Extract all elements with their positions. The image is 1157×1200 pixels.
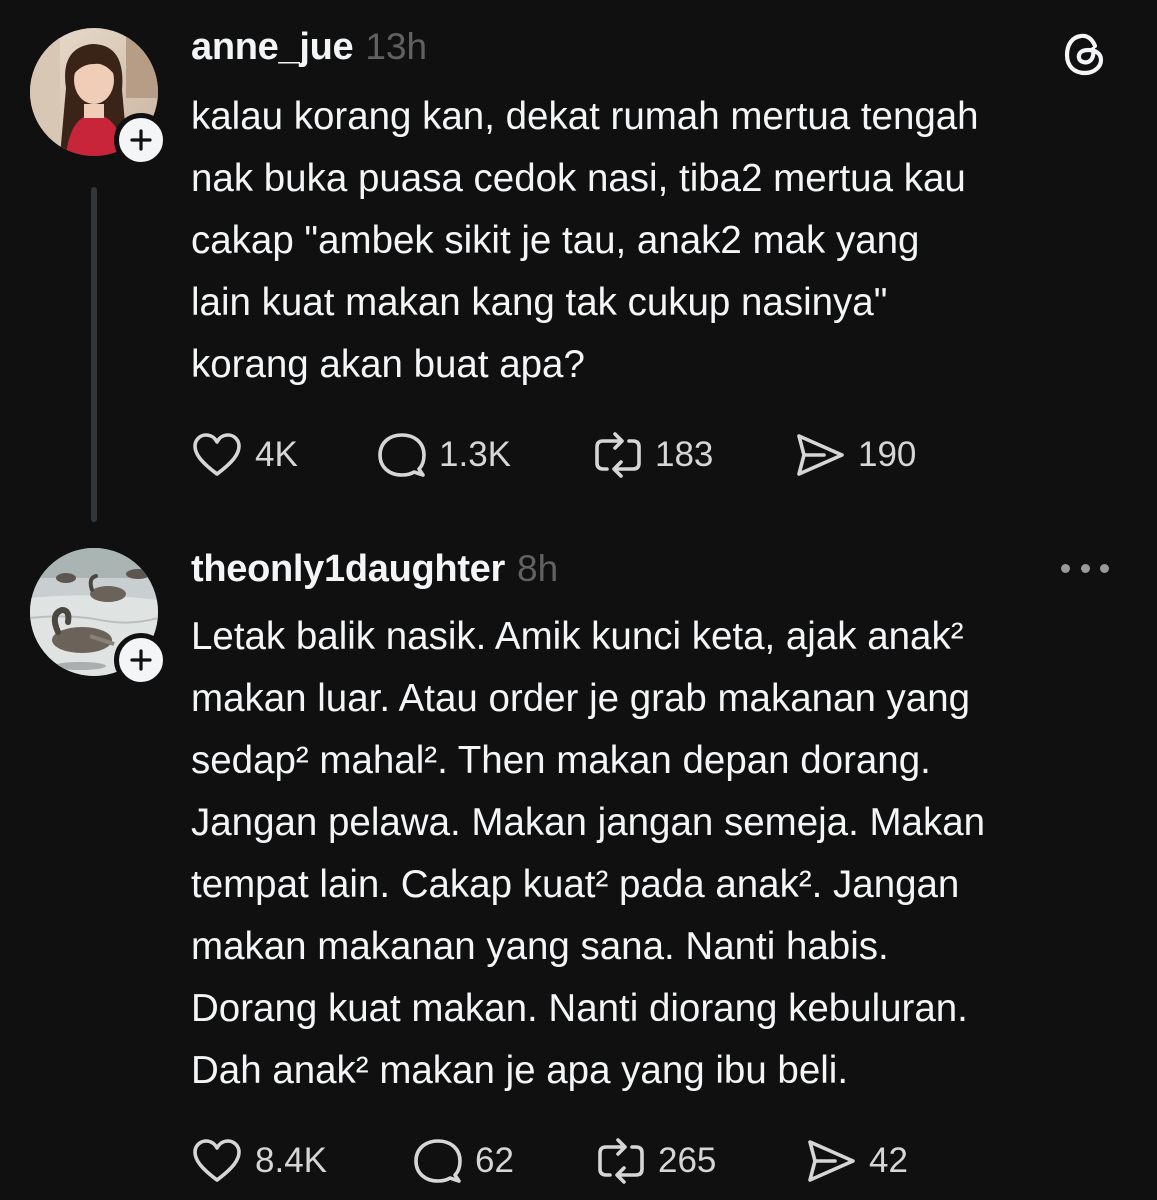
follow-button[interactable] (114, 633, 168, 687)
repost-icon (595, 432, 641, 478)
post-text-line: Dorang kuat makan. Nanti diorang kebulur… (191, 987, 968, 1030)
post-text-line: nak buka puasa cedok nasi, tiba2 mertua … (191, 157, 966, 200)
post-header: theonly1daughter 8h (191, 548, 558, 591)
post-body: kalau korang kan, dekat rumah mertua ten… (191, 86, 1131, 396)
thread-line (91, 187, 97, 522)
post-text-line: Dah anak² makan je apa yang ibu beli. (191, 1049, 849, 1092)
dot (1080, 563, 1090, 573)
like-button[interactable]: 8.4K (191, 1136, 327, 1186)
reply-button[interactable]: 62 (413, 1136, 514, 1186)
post-text-line: tempat lain. Cakap kuat² pada anak². Jan… (191, 863, 960, 906)
post-body: Letak balik nasik. Amik kunci keta, ajak… (191, 606, 1131, 1102)
post-text-line: sedap² mahal². Then makan depan dorang. (191, 739, 931, 782)
post-text-line: cakap "ambek sikit je tau, anak2 mak yan… (191, 219, 920, 262)
repost-icon (598, 1138, 644, 1184)
timestamp: 8h (517, 548, 559, 589)
like-button[interactable]: 4K (191, 430, 298, 480)
reply-button[interactable]: 1.3K (377, 430, 511, 480)
username[interactable]: theonly1daughter (191, 548, 505, 591)
heart-icon (193, 1139, 241, 1182)
dot (1100, 563, 1109, 573)
post-text-line: makan makanan yang sana. Nanti habis. (191, 925, 889, 968)
reply-count: 1.3K (439, 435, 511, 474)
share-button[interactable]: 190 (794, 430, 916, 480)
post-text-line: lain kuat makan kang tak cukup nasinya" (191, 281, 888, 324)
threads-logo-icon[interactable] (1061, 30, 1109, 78)
reply-count: 62 (475, 1141, 514, 1180)
follow-button[interactable] (114, 113, 168, 167)
dot (1061, 563, 1070, 573)
post-text-line: Jangan pelawa. Makan jangan semeja. Maka… (191, 801, 986, 844)
like-count: 4K (255, 435, 298, 474)
post-text-line: kalau korang kan, dekat rumah mertua ten… (191, 95, 979, 138)
username[interactable]: anne_jue (191, 26, 354, 69)
post-text-line: Letak balik nasik. Amik kunci keta, ajak… (191, 615, 964, 658)
heart-icon (193, 433, 241, 476)
plus-icon (130, 129, 152, 151)
send-icon (797, 434, 844, 476)
send-icon (808, 1140, 855, 1182)
post-text-line: korang akan buat apa? (191, 343, 585, 386)
repost-count: 265 (658, 1141, 717, 1180)
plus-icon (130, 649, 152, 671)
share-count: 190 (858, 435, 917, 474)
post-text-line: makan luar. Atau order je grab makanan y… (191, 677, 971, 720)
post-header: anne_jue 13h (191, 26, 427, 69)
share-button[interactable]: 42 (805, 1136, 908, 1186)
repost-button[interactable]: 183 (593, 430, 713, 480)
repost-button[interactable]: 265 (596, 1136, 716, 1186)
comment-icon (378, 433, 426, 477)
timestamp: 13h (365, 26, 428, 67)
comment-icon (414, 1139, 462, 1183)
share-count: 42 (869, 1141, 908, 1180)
thread-reply: theonly1daughter 8h Letak balik nasik. A… (0, 530, 1157, 1200)
more-options-icon[interactable] (1061, 560, 1109, 576)
thread-post: anne_jue 13h kalau korang kan, dekat rum… (0, 0, 1157, 530)
like-count: 8.4K (255, 1141, 327, 1180)
repost-count: 183 (655, 435, 714, 474)
